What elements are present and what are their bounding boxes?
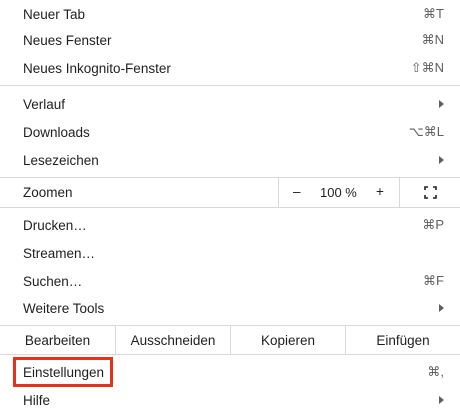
menu-item-label: Downloads (23, 124, 90, 140)
menu-item-shortcut: ⌘, (427, 364, 444, 379)
menu-item-new-incognito-window[interactable]: Neues Inkognito-Fenster ⇧⌘N (0, 54, 460, 82)
edit-label: Bearbeiten (0, 326, 115, 354)
paste-button-label: Einfügen (376, 332, 430, 348)
menu-item-shortcut: ⌥⌘L (408, 124, 444, 139)
menu-item-downloads[interactable]: Downloads ⌥⌘L (0, 118, 460, 146)
menu-item-bookmarks[interactable]: Lesezeichen (0, 146, 460, 174)
zoom-row: Zoomen – 100 % + (0, 177, 460, 208)
separator (0, 85, 460, 86)
zoom-level: 100 % (320, 185, 357, 200)
menu-item-label: Neuer Tab (23, 6, 86, 22)
cut-button[interactable]: Ausschneiden (115, 326, 230, 354)
menu-item-label: Suchen… (23, 273, 83, 289)
menu-item-shortcut: ⌘T (423, 6, 444, 21)
settings-highlight-box (13, 357, 113, 387)
menu-item-shortcut: ⌘F (423, 273, 444, 288)
zoom-in-button[interactable]: + (376, 184, 384, 199)
menu-item-label: Streamen… (23, 245, 96, 261)
chrome-main-menu: Neuer Tab ⌘T Neues Fenster ⌘N Neues Inko… (0, 0, 460, 415)
menu-item-shortcut: ⌘N (421, 32, 444, 47)
menu-item-shortcut: ⌘P (422, 217, 444, 232)
menu-item-new-window[interactable]: Neues Fenster ⌘N (0, 26, 460, 54)
menu-item-label: Neues Inkognito-Fenster (23, 60, 171, 76)
menu-item-more-tools[interactable]: Weitere Tools (0, 294, 460, 322)
menu-item-label: Drucken… (23, 217, 87, 233)
edit-label-text: Bearbeiten (24, 332, 91, 348)
edit-row: Bearbeiten Ausschneiden Kopieren Einfüge… (0, 325, 460, 355)
zoom-controls: – 100 % + (278, 178, 400, 207)
copy-button-label: Kopieren (260, 332, 316, 348)
menu-item-label: Neues Fenster (23, 32, 112, 48)
submenu-arrow-icon (439, 100, 444, 108)
menu-item-new-tab[interactable]: Neuer Tab ⌘T (0, 0, 460, 28)
menu-item-label: Weitere Tools (23, 300, 105, 316)
menu-item-print[interactable]: Drucken… ⌘P (0, 211, 460, 239)
menu-item-cast[interactable]: Streamen… (0, 239, 460, 267)
submenu-arrow-icon (439, 396, 444, 404)
menu-item-shortcut: ⇧⌘N (410, 60, 444, 75)
menu-item-label: Hilfe (23, 392, 51, 408)
copy-button[interactable]: Kopieren (230, 326, 345, 354)
submenu-arrow-icon (439, 304, 444, 312)
fullscreen-icon[interactable] (424, 186, 437, 199)
menu-item-help[interactable]: Hilfe (0, 386, 460, 414)
zoom-label: Zoomen (23, 185, 73, 200)
menu-item-label: Verlauf (23, 96, 66, 112)
zoom-out-button[interactable]: – (293, 184, 301, 199)
cut-button-label: Ausschneiden (130, 332, 216, 348)
paste-button[interactable]: Einfügen (345, 326, 460, 354)
menu-item-find[interactable]: Suchen… ⌘F (0, 267, 460, 295)
submenu-arrow-icon (439, 156, 444, 164)
menu-item-history[interactable]: Verlauf (0, 90, 460, 118)
menu-item-label: Lesezeichen (23, 152, 99, 168)
